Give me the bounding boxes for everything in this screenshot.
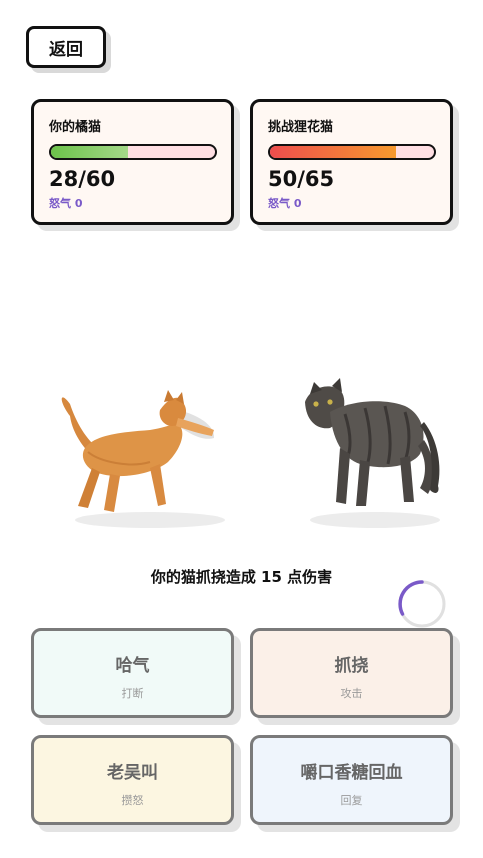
- enemy-rage-text: 怒气 0: [268, 197, 302, 210]
- action-yowl-subtitle: 攒怒: [121, 794, 144, 807]
- player-hp-text: 28/60: [49, 167, 116, 191]
- enemy-hp-text: 50/65: [268, 167, 335, 191]
- enemy-status-card: 挑战狸花猫 50/65 怒气 0: [250, 99, 453, 225]
- action-gum-heal-button[interactable]: 嚼口香糖回血 回复: [250, 735, 453, 825]
- action-hiss-title: 哈气: [115, 656, 150, 676]
- enemy-hp-bar: [268, 144, 436, 160]
- player-rage-text: 怒气 0: [49, 197, 83, 210]
- player-hp-fill: [51, 146, 128, 158]
- enemy-name: 挑战狸花猫: [268, 120, 334, 135]
- action-yowl-button[interactable]: 老吴叫 攒怒: [31, 735, 234, 825]
- player-name: 你的橘猫: [49, 120, 102, 135]
- action-gum-heal-title: 嚼口香糖回血: [300, 763, 403, 783]
- turn-timer-spinner: [398, 580, 446, 628]
- tabby-cat-sprite: [305, 378, 440, 528]
- battle-arena: [0, 330, 483, 540]
- back-button[interactable]: 返回: [26, 26, 106, 68]
- player-status-card: 你的橘猫 28/60 怒气 0: [31, 99, 234, 225]
- orange-cat-sprite: [61, 390, 225, 528]
- action-gum-heal-subtitle: 回复: [340, 794, 363, 807]
- action-hiss-button[interactable]: 哈气 打断: [31, 628, 234, 718]
- action-scratch-title: 抓挠: [334, 656, 369, 676]
- action-scratch-button[interactable]: 抓挠 攻击: [250, 628, 453, 718]
- action-hiss-subtitle: 打断: [121, 687, 144, 700]
- action-yowl-title: 老吴叫: [107, 763, 158, 783]
- player-hp-bar: [49, 144, 217, 160]
- enemy-hp-fill: [270, 146, 397, 158]
- action-scratch-subtitle: 攻击: [340, 687, 363, 700]
